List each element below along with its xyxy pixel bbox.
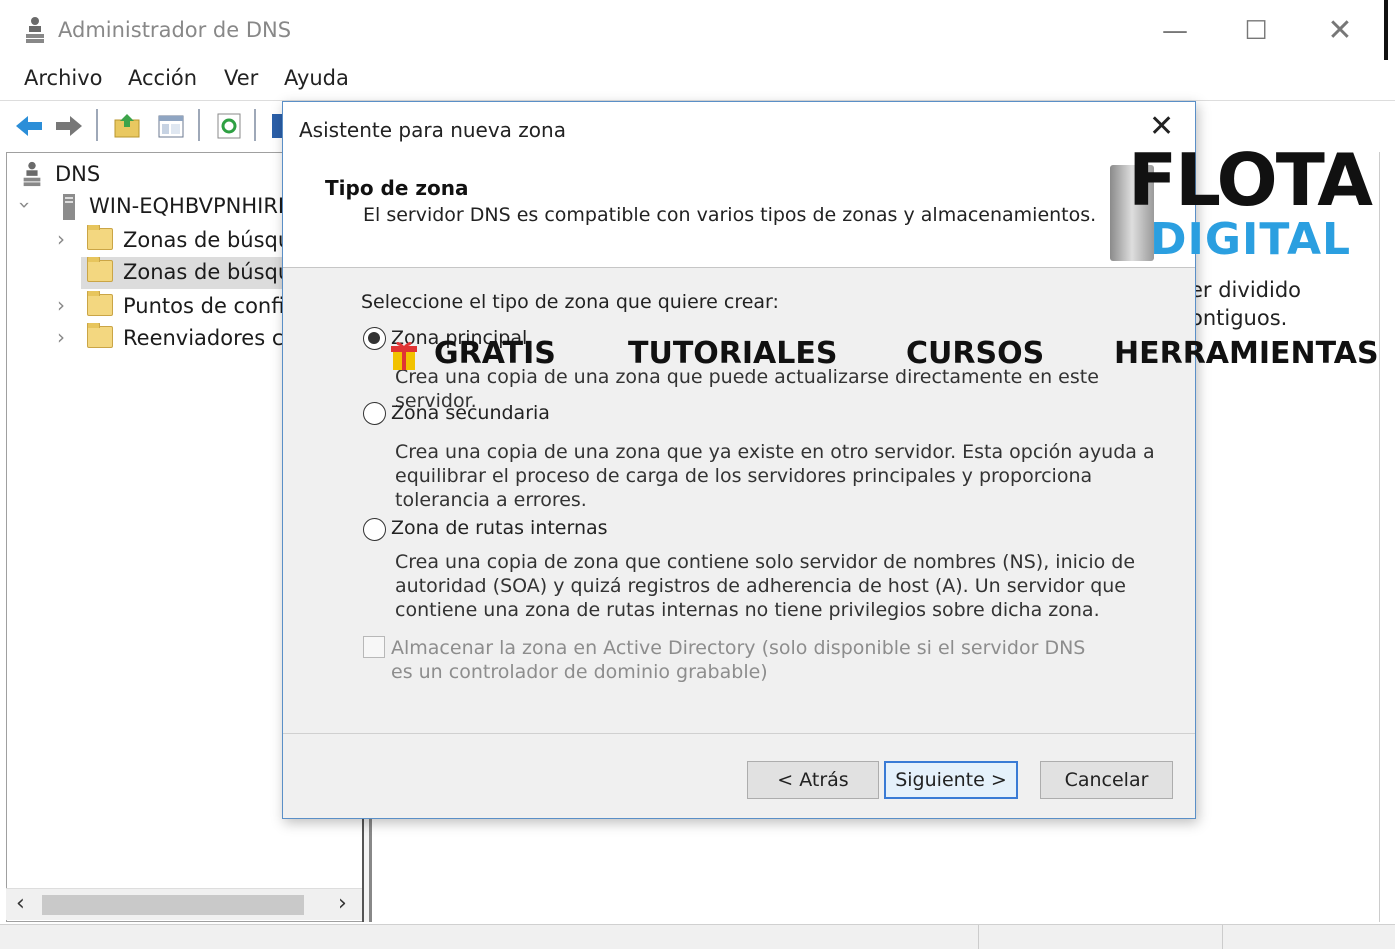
tree-label: WIN-EQHBVPNHIRF: [89, 194, 290, 218]
forward-arrow-icon[interactable]: [54, 111, 84, 141]
chevron-right-icon[interactable]: ›: [57, 227, 65, 251]
radio-primary-zone[interactable]: [363, 327, 386, 350]
folder-icon: [87, 291, 113, 316]
watermark-nav-gratis: GRATIS: [434, 336, 556, 371]
scroll-right-icon[interactable]: ›: [338, 891, 347, 916]
stub-zone-description: Crea una copia de zona que contiene solo…: [395, 551, 1136, 621]
dialog-title: Asistente para nueva zona: [299, 118, 566, 142]
refresh-icon[interactable]: [214, 111, 244, 141]
toolbar-separator: [198, 109, 200, 141]
cancel-button[interactable]: Cancelar: [1040, 761, 1173, 799]
tree-label: Reenviadores co: [123, 326, 297, 350]
tree-label: Zonas de búsque: [123, 228, 305, 252]
dns-icon: [23, 161, 41, 187]
store-in-ad-checkbox[interactable]: [363, 636, 385, 658]
wizard-page-description: El servidor DNS es compatible con varios…: [363, 204, 1097, 226]
chevron-down-icon[interactable]: ›: [19, 201, 37, 209]
menu-archivo[interactable]: Archivo: [24, 66, 103, 90]
watermark-brand-line1: FLOTA: [1128, 138, 1373, 222]
window-edge: [1384, 0, 1388, 60]
status-divider: [1222, 925, 1223, 949]
store-in-ad-label: Almacenar la zona en Active Directory (s…: [391, 637, 1086, 683]
watermark-brand-line2: DIGITAL: [1150, 214, 1352, 265]
toolbar-separator: [96, 109, 98, 141]
secondary-zone-description: Crea una copia de una zona que ya existe…: [395, 441, 1155, 511]
watermark-nav-tutoriales: TUTORIALES: [628, 336, 838, 371]
toolbar-separator: [254, 109, 256, 141]
tree-label: Puntos de confia: [123, 294, 298, 318]
radio-stub-zone[interactable]: [363, 518, 386, 541]
next-button[interactable]: Siguiente >: [884, 761, 1018, 799]
menu-accion[interactable]: Acción: [128, 66, 197, 90]
radio-secondary-zone[interactable]: [363, 402, 386, 425]
tree-horizontal-scrollbar[interactable]: ‹ ›: [6, 888, 362, 920]
scroll-left-icon[interactable]: ‹: [16, 891, 25, 916]
folder-icon: [87, 323, 113, 348]
secondary-zone-label[interactable]: Zona secundaria: [391, 402, 550, 424]
title-bar: Administrador de DNS — ☐ ✕: [0, 0, 1395, 60]
new-zone-wizard-dialog: Asistente para nueva zona ✕ Tipo de zona…: [282, 101, 1196, 819]
watermark-nav-cursos: CURSOS: [906, 336, 1045, 371]
back-arrow-icon[interactable]: [14, 111, 44, 141]
tree-label: Zonas de búsque: [123, 260, 305, 284]
status-divider: [978, 925, 979, 949]
wizard-footer: < Atrás Siguiente > Cancelar: [283, 733, 1195, 818]
zone-type-prompt: Seleccione el tipo de zona que quiere cr…: [361, 291, 779, 313]
scrollbar-thumb[interactable]: [42, 895, 304, 915]
window-title: Administrador de DNS: [58, 18, 292, 42]
folder-icon: [87, 257, 113, 282]
details-text: ontiguos.: [1190, 306, 1288, 330]
wizard-header: Asistente para nueva zona ✕ Tipo de zona…: [283, 102, 1195, 268]
server-icon: [63, 194, 75, 220]
menu-ver[interactable]: Ver: [224, 66, 258, 90]
status-bar: [0, 924, 1395, 949]
chevron-right-icon[interactable]: ›: [57, 293, 65, 317]
watermark-nav-herramientas: HERRAMIENTAS: [1114, 336, 1379, 371]
show-hide-tree-icon[interactable]: [156, 111, 186, 141]
minimize-button[interactable]: —: [1155, 14, 1195, 48]
stub-zone-label[interactable]: Zona de rutas internas: [391, 517, 608, 539]
folder-icon: [87, 225, 113, 250]
close-window-button[interactable]: ✕: [1320, 14, 1360, 48]
menu-ayuda[interactable]: Ayuda: [284, 66, 349, 90]
wizard-page-heading: Tipo de zona: [325, 176, 469, 200]
maximize-button[interactable]: ☐: [1236, 14, 1276, 48]
tree-label: DNS: [55, 162, 101, 186]
menu-bar: Archivo Acción Ver Ayuda: [0, 60, 1395, 98]
gift-icon: [391, 341, 417, 370]
back-button[interactable]: < Atrás: [747, 761, 879, 799]
details-text: er dividido: [1190, 278, 1301, 302]
folder-up-icon[interactable]: [112, 111, 142, 141]
chevron-right-icon[interactable]: ›: [57, 325, 65, 349]
dns-app-icon: [26, 17, 44, 43]
